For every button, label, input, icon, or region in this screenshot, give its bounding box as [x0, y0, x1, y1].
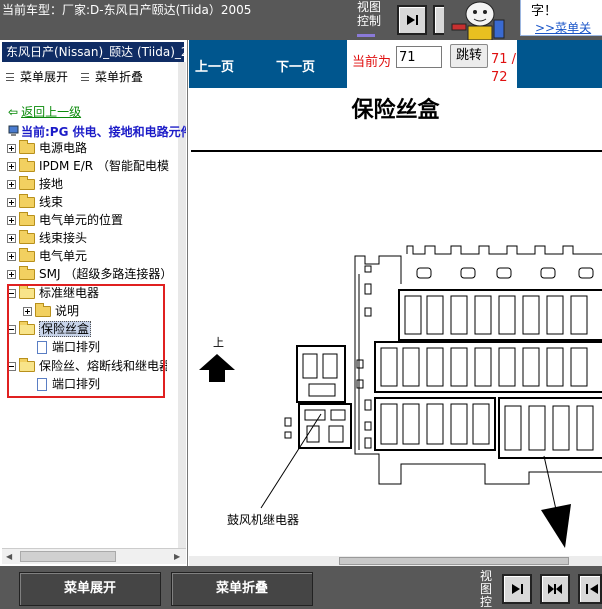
tree-item[interactable]: 线束 [7, 194, 63, 210]
arrow-left-bar-icon [586, 584, 598, 594]
view-previous-button[interactable] [578, 574, 602, 604]
scroll-right-icon[interactable]: ▶ [174, 552, 180, 561]
tip-text: 字！ [531, 4, 558, 19]
page-total: 71 / 72 [491, 52, 517, 85]
view-next-button[interactable] [397, 5, 427, 35]
tree-item[interactable]: SMJ （超级多路连接器） [7, 266, 177, 282]
sidebar: 东风日产(Nissan)_颐达 (Tiida)_2 菜单展开 菜单折叠 ⇦ 返回上… [0, 40, 188, 566]
fuse-box-diagram: 上 鼓风机继电器 [189, 154, 602, 556]
arrow-right-bar-icon [512, 584, 523, 594]
expand-icon[interactable] [7, 144, 16, 153]
sidebar-title: 东风日产(Nissan)_颐达 (Tiida)_2 [2, 42, 184, 62]
current-page-label: 当前为 [352, 55, 392, 70]
expand-icon[interactable] [7, 216, 16, 225]
expand-icon[interactable] [7, 234, 16, 243]
folder-icon [19, 140, 35, 154]
expand-menu-button[interactable]: 菜单展开 [19, 572, 161, 606]
tree-item[interactable]: 电气单元 [7, 248, 87, 264]
back-link[interactable]: ⇦ 返回上一级 [8, 103, 81, 120]
tree-item[interactable]: 接地 [7, 176, 63, 192]
expand-icon[interactable] [7, 252, 16, 261]
folder-icon [19, 194, 35, 208]
collapse-menu-link[interactable]: 菜单折叠 [81, 68, 143, 85]
arrow-right-bar-icon [407, 15, 418, 25]
menu-icon [6, 73, 14, 81]
direction-arrow-icon [541, 504, 571, 548]
expand-icon[interactable] [7, 198, 16, 207]
go-button[interactable]: 跳转 [450, 44, 488, 68]
scroll-thumb[interactable] [339, 557, 569, 565]
page-navigation-bar: 上一页 下一页 当前为 跳转 71 / 72 [189, 40, 602, 88]
mascot-icon [444, 0, 518, 41]
folder-icon [19, 266, 35, 280]
scroll-left-icon[interactable]: ◀ [6, 552, 12, 561]
expand-menu-link[interactable]: 菜单展开 [6, 68, 68, 85]
view-next-button[interactable] [502, 574, 532, 604]
up-arrow-icon [199, 354, 235, 382]
page-title: 保险丝盒 [351, 98, 440, 123]
split-view-icon [548, 584, 562, 594]
folder-icon [19, 158, 35, 172]
folder-icon [19, 248, 35, 262]
vehicle-title: 当前车型：厂家:D-东风日产颐达(Tiida）2005 [2, 3, 252, 17]
sidebar-horizontal-scrollbar[interactable]: ◀ ▶ [2, 548, 186, 564]
current-location: 当前:PG 供电、接地和电路元件 [8, 123, 186, 140]
back-arrow-icon: ⇦ [8, 105, 19, 119]
expand-icon[interactable] [7, 162, 16, 171]
next-page-button[interactable]: 下一页 [276, 56, 315, 75]
page-number-input[interactable] [396, 46, 442, 68]
page-jump-panel: 当前为 跳转 71 / 72 [347, 40, 517, 88]
folder-icon [19, 176, 35, 190]
collapse-menu-button[interactable]: 菜单折叠 [171, 572, 313, 606]
scroll-thumb[interactable] [20, 551, 116, 562]
top-header: 当前车型：厂家:D-东风日产颐达(Tiida）2005 视图控制 字！ >>菜单… [0, 0, 602, 41]
bottom-toolbar: 菜单展开 菜单折叠 视图控 [0, 566, 602, 609]
view-control-label: 视图控制 [357, 0, 382, 28]
computer-icon [8, 125, 19, 136]
view-split-button[interactable] [540, 574, 570, 604]
expand-icon[interactable] [7, 270, 16, 279]
expand-icon[interactable] [7, 180, 16, 189]
tree-item[interactable]: 电气单元的位置 [7, 212, 123, 228]
highlight-box [7, 284, 165, 398]
menu-icon [81, 73, 89, 81]
content-horizontal-scrollbar[interactable] [189, 556, 602, 566]
tree-item[interactable]: IPDM E/R （智能配电模 [7, 158, 177, 174]
tree-item[interactable]: 电源电路 [7, 140, 87, 156]
blower-relay-label: 鼓风机继电器 [227, 513, 300, 527]
up-direction-label: 上 [213, 336, 224, 349]
divider [191, 150, 602, 152]
folder-icon [19, 212, 35, 226]
view-control-indicator [357, 34, 375, 37]
view-control-label: 视图控 [480, 569, 493, 609]
folder-icon [19, 230, 35, 244]
tip-box: 字！ >>菜单关 [520, 0, 602, 36]
menu-close-link[interactable]: >>菜单关 [535, 19, 591, 36]
tree-item[interactable]: 线束接头 [7, 230, 87, 246]
previous-page-button[interactable]: 上一页 [195, 56, 234, 75]
